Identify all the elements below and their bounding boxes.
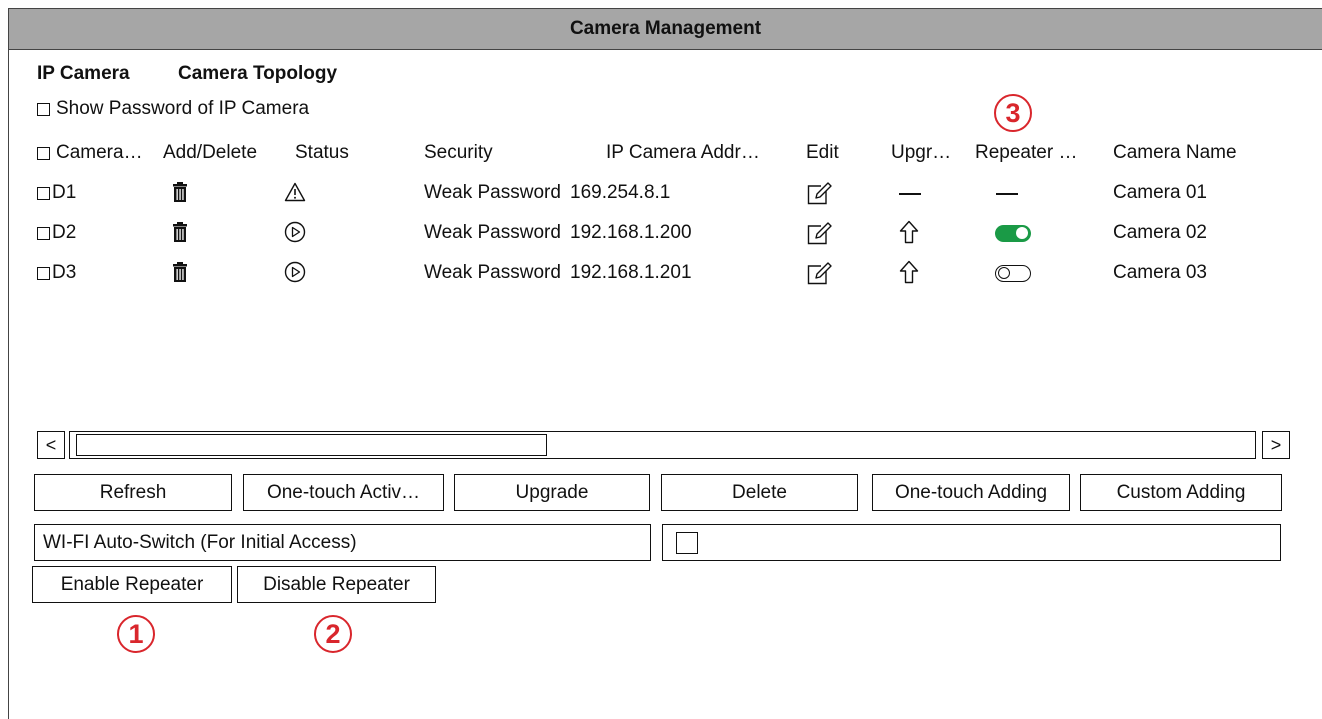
refresh-button[interactable]: Refresh (34, 474, 232, 511)
play-icon[interactable] (283, 260, 307, 284)
disable-repeater-button[interactable]: Disable Repeater (237, 566, 436, 603)
camera-name-value: Camera 02 (1113, 222, 1207, 243)
play-icon[interactable] (283, 220, 307, 244)
wifi-auto-switch-label: WI-FI Auto-Switch (For Initial Access) (34, 524, 651, 561)
row-select[interactable]: D1 (37, 182, 76, 204)
row-id: D2 (52, 222, 77, 243)
up-arrow-icon[interactable] (897, 219, 921, 245)
custom-adding-button[interactable]: Custom Adding (1080, 474, 1282, 511)
up-arrow-icon[interactable] (897, 259, 921, 285)
row-select[interactable]: D3 (37, 262, 76, 284)
header-ip-address: IP Camera Addr… (606, 142, 760, 163)
upgrade-button[interactable]: Upgrade (454, 474, 650, 511)
one-touch-activate-button[interactable]: One-touch Activ… (243, 474, 444, 511)
scrollbar-thumb[interactable] (76, 434, 547, 456)
trash-icon[interactable] (170, 220, 190, 244)
header-status: Status (295, 142, 349, 163)
callout-2: 2 (314, 615, 352, 653)
header-camera[interactable]: Camera… (37, 142, 143, 164)
edit-icon[interactable] (806, 220, 834, 246)
header-upgrade: Upgr… (891, 142, 952, 163)
show-password-label: Show Password of IP Camera (56, 98, 310, 119)
delete-button[interactable]: Delete (661, 474, 858, 511)
repeater-toggle-on[interactable] (995, 225, 1031, 242)
row-checkbox[interactable] (37, 186, 50, 200)
security-value: Weak Password (424, 262, 561, 283)
ip-address-value: 169.254.8.1 (570, 182, 671, 203)
show-password-checkbox[interactable] (37, 102, 50, 116)
show-password-option[interactable]: Show Password of IP Camera (37, 98, 309, 120)
security-value: Weak Password (424, 222, 561, 243)
header-add-delete: Add/Delete (163, 142, 258, 163)
camera-name-value: Camera 03 (1113, 262, 1207, 283)
scroll-left-button[interactable]: < (37, 431, 65, 459)
row-checkbox[interactable] (37, 266, 50, 280)
enable-repeater-button[interactable]: Enable Repeater (32, 566, 232, 603)
edit-icon[interactable] (806, 180, 834, 206)
row-id: D3 (52, 262, 77, 283)
tab-ip-camera[interactable]: IP Camera (37, 63, 130, 85)
row-id: D1 (52, 182, 77, 203)
camera-name-value: Camera 01 (1113, 182, 1207, 203)
header-edit: Edit (806, 142, 839, 163)
wifi-auto-switch-checkbox[interactable] (676, 531, 698, 554)
header-repeater: Repeater … (975, 142, 1078, 163)
wifi-auto-switch-field (662, 524, 1281, 561)
header-security: Security (424, 142, 493, 163)
warning-icon (282, 180, 308, 204)
trash-icon[interactable] (170, 180, 190, 204)
toggle-knob (1016, 227, 1028, 239)
callout-3: 3 (994, 94, 1032, 132)
tab-camera-topology[interactable]: Camera Topology (178, 63, 337, 85)
toggle-knob (998, 267, 1010, 279)
edit-icon[interactable] (806, 260, 834, 286)
row-checkbox[interactable] (37, 226, 50, 240)
window-title: Camera Management (9, 9, 1322, 50)
ip-address-value: 192.168.1.200 (570, 222, 692, 243)
header-camera-label: Camera… (56, 142, 143, 163)
trash-icon[interactable] (170, 260, 190, 284)
select-all-checkbox[interactable] (37, 146, 50, 160)
scroll-right-button[interactable]: > (1262, 431, 1290, 459)
repeater-toggle-off[interactable] (995, 265, 1031, 282)
ip-address-value: 192.168.1.201 (570, 262, 692, 283)
callout-1: 1 (117, 615, 155, 653)
header-camera-name: Camera Name (1113, 142, 1237, 163)
repeater-none (996, 193, 1018, 195)
row-select[interactable]: D2 (37, 222, 76, 244)
upgrade-none (899, 193, 921, 195)
security-value: Weak Password (424, 182, 561, 203)
scrollbar-track[interactable] (69, 431, 1256, 459)
one-touch-adding-button[interactable]: One-touch Adding (872, 474, 1070, 511)
